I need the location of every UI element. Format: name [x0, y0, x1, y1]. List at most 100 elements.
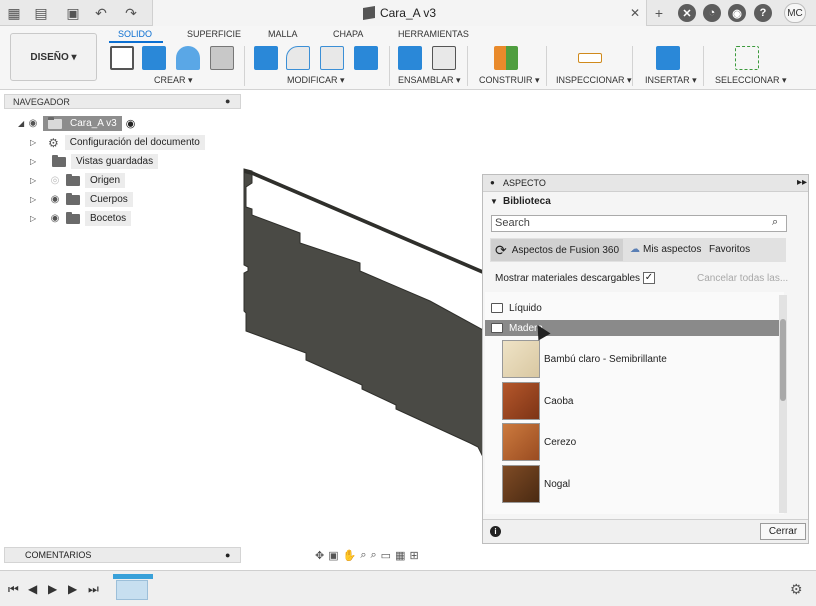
undo-icon[interactable]: ↶ [92, 4, 110, 22]
category-wood[interactable]: Madera [485, 320, 784, 336]
revolve-icon[interactable] [176, 46, 200, 70]
scrollbar-thumb[interactable] [780, 319, 786, 401]
tab-superficie[interactable]: SUPERFICIE [187, 29, 241, 39]
select-box-icon[interactable] [735, 46, 759, 70]
close-tab-icon[interactable]: ✕ [630, 6, 640, 20]
group-ensamblar[interactable]: ENSAMBLAR ▾ [398, 75, 461, 86]
panel-shape[interactable] [243, 168, 486, 462]
step-back-icon[interactable]: ◀ [28, 582, 37, 596]
document-tab[interactable]: Cara_A v3 [152, 0, 647, 26]
category-liquid[interactable]: Líquido [485, 300, 784, 316]
chamfer-icon[interactable] [320, 46, 344, 70]
timeline-settings-gear-icon[interactable]: ⚙ [790, 581, 803, 598]
material-item[interactable]: Caoba [502, 381, 573, 421]
activate-radio-icon[interactable]: ◉ [126, 117, 136, 130]
grid-menu-icon[interactable]: ▦ [5, 4, 23, 22]
material-list-scrollbar[interactable] [779, 295, 787, 513]
visibility-eye-icon[interactable]: ◉ [48, 213, 62, 224]
tab-favorites[interactable]: Favoritos [709, 244, 750, 255]
go-to-start-icon[interactable]: ⏮ [8, 582, 19, 597]
appearance-panel-header[interactable]: ● ASPECTO ▸▸ [483, 175, 808, 192]
expand-triangle-icon[interactable]: ▷ [30, 157, 38, 167]
tab-fusion-appearances[interactable]: ⟳ Aspectos de Fusion 360 [491, 239, 623, 261]
grid-settings-icon[interactable]: ▦ [395, 549, 405, 562]
insert-image-icon[interactable] [656, 46, 680, 70]
refresh-icon[interactable]: ⟳ [495, 242, 507, 259]
material-item[interactable]: Cerezo [502, 422, 576, 462]
extensions-icon[interactable]: ✕ [678, 4, 696, 22]
nav-item-doc-settings[interactable]: ▷ ⚙ Configuración del documento [30, 134, 205, 151]
visibility-eye-icon[interactable]: ◉ [26, 118, 40, 129]
navigator-collapse-icon[interactable]: ● [225, 96, 230, 106]
fit-icon[interactable]: ⌕ [371, 549, 377, 562]
play-icon[interactable]: ▶ [48, 582, 57, 596]
press-pull-icon[interactable] [254, 46, 278, 70]
joint-icon[interactable] [432, 46, 456, 70]
orbit-icon[interactable]: ✥ [315, 549, 324, 562]
library-search-input[interactable]: Search [491, 215, 787, 232]
user-avatar[interactable]: MC [784, 3, 806, 23]
look-at-icon[interactable]: ▣ [328, 549, 338, 562]
group-seleccionar[interactable]: SELECCIONAR ▾ [715, 75, 787, 86]
extrude-icon[interactable] [142, 46, 166, 70]
workspace-selector[interactable]: DISEÑO ▾ [10, 33, 97, 81]
measure-icon[interactable] [578, 53, 602, 63]
expand-triangle-icon[interactable]: ▷ [30, 138, 38, 148]
search-icon[interactable]: ⌕ [772, 216, 778, 229]
step-forward-icon[interactable]: ▶ [68, 582, 77, 596]
nav-item-bodies[interactable]: ▷ ◉ Cuerpos [30, 191, 133, 208]
notifications-icon[interactable]: ◉ [728, 4, 746, 22]
close-button[interactable]: Cerrar [760, 523, 806, 540]
navigator-header[interactable]: NAVEGADOR ● [4, 94, 241, 109]
nav-item-sketches[interactable]: ▷ ◉ Bocetos [30, 210, 132, 227]
timeline-feature-sketch[interactable] [116, 580, 148, 600]
help-icon[interactable]: ? [754, 4, 772, 22]
root-component-label[interactable]: Cara_A v3 [43, 116, 122, 131]
nav-root-row[interactable]: ◢ ◉ Cara_A v3 ◉ [18, 115, 135, 132]
zoom-icon[interactable]: ⌕ [360, 549, 366, 562]
comments-collapse-icon[interactable]: ● [225, 550, 230, 560]
offset-plane-icon[interactable] [494, 46, 518, 70]
panel-expand-icon[interactable]: ▸▸ [797, 177, 807, 188]
redo-icon[interactable]: ↷ [122, 4, 140, 22]
expand-triangle-icon[interactable]: ▷ [30, 214, 38, 224]
tab-chapa[interactable]: CHAPA [333, 29, 363, 39]
expand-triangle-icon[interactable]: ▷ [30, 195, 38, 205]
visibility-eye-icon[interactable]: ◉ [48, 194, 62, 205]
viewports-icon[interactable]: ⊞ [409, 549, 418, 562]
tab-my-appearances[interactable]: ☁ Mis aspectos [630, 244, 701, 255]
shell-icon[interactable] [354, 46, 378, 70]
hidden-eye-icon[interactable]: ◎ [48, 175, 62, 186]
nav-item-origin[interactable]: ▷ ◎ Origen [30, 172, 126, 189]
library-collapse-triangle-icon[interactable]: ▼ [490, 197, 498, 206]
file-icon[interactable]: ▤ [32, 4, 50, 22]
new-tab-icon[interactable]: + [650, 4, 668, 22]
info-icon[interactable]: i [490, 526, 501, 537]
display-settings-icon[interactable]: ▭ [381, 549, 391, 562]
job-status-icon[interactable]: ◔ [703, 4, 721, 22]
material-item[interactable]: Bambú claro - Semibrillante [502, 339, 667, 379]
group-construir[interactable]: CONSTRUIR ▾ [479, 75, 540, 86]
nav-item-saved-views[interactable]: ▷ Vistas guardadas [30, 153, 159, 170]
panel-collapse-icon[interactable]: ● [490, 178, 495, 187]
fillet-icon[interactable] [286, 46, 310, 70]
box-icon[interactable] [210, 46, 234, 70]
new-component-icon[interactable] [398, 46, 422, 70]
expand-triangle-icon[interactable]: ◢ [18, 119, 26, 129]
go-to-end-icon[interactable]: ⏭ [88, 582, 99, 597]
tab-malla[interactable]: MALLA [268, 29, 298, 39]
pan-icon[interactable]: ✋ [343, 549, 357, 562]
tab-solido[interactable]: SOLIDO [118, 29, 152, 39]
show-downloadable-checkbox[interactable]: ✓ [643, 272, 655, 284]
group-crear[interactable]: CREAR ▾ [154, 75, 193, 86]
timeline-marker[interactable] [113, 574, 153, 579]
group-inspeccionar[interactable]: INSPECCIONAR ▾ [556, 75, 632, 86]
tab-herramientas[interactable]: HERRAMIENTAS [398, 29, 469, 39]
expand-triangle-icon[interactable]: ▷ [30, 176, 38, 186]
group-insertar[interactable]: INSERTAR ▾ [645, 75, 697, 86]
cancel-all-downloads-link[interactable]: Cancelar todas las... [697, 273, 788, 284]
comments-header[interactable]: COMENTARIOS ● [4, 547, 241, 563]
save-icon[interactable]: ▣ [64, 4, 82, 22]
group-modificar[interactable]: MODIFICAR ▾ [287, 75, 345, 86]
create-sketch-icon[interactable] [110, 46, 134, 70]
